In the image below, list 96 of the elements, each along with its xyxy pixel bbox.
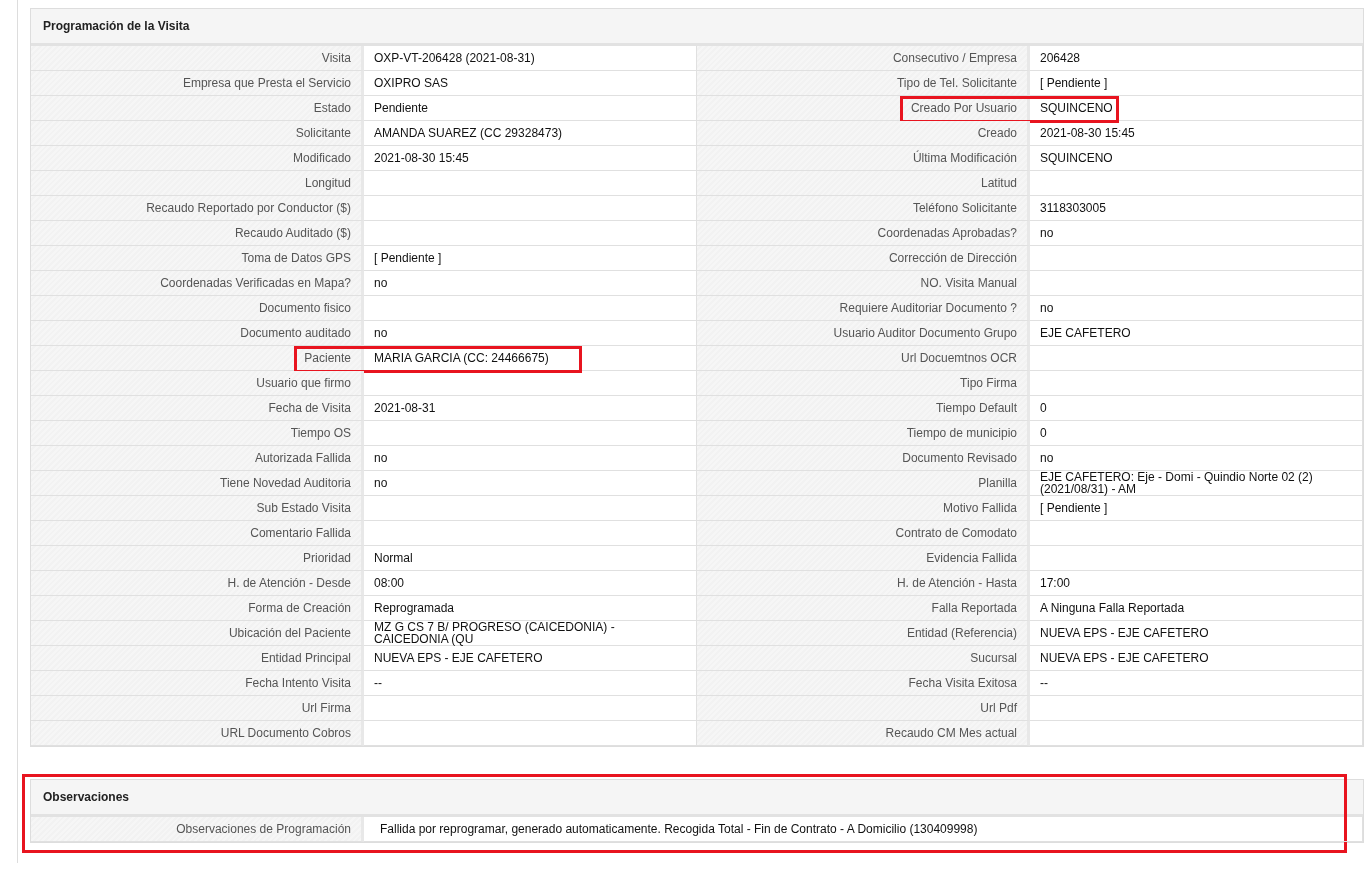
field-label: Teléfono Solicitante [697,196,1030,221]
field-label: Creado Por Usuario [697,96,1030,121]
field-label: Requiere Auditoriar Documento ? [697,296,1030,321]
field-label: Falla Reportada [697,596,1030,621]
field-label: Forma de Creación [31,596,364,621]
field-label: Tipo de Tel. Solicitante [697,71,1030,96]
field-label: Toma de Datos GPS [31,246,364,271]
field-label: Contrato de Comodato [697,521,1030,546]
field-label: URL Documento Cobros [31,721,364,746]
field-label: Url Docuemtnos OCR [697,346,1030,371]
field-label: Visita [31,46,364,71]
field-label: Prioridad [31,546,364,571]
value-cell: 0 [1030,421,1363,446]
field-label: Autorizada Fallida [31,446,364,471]
value-cell: no [1030,221,1363,246]
field-label: NO. Visita Manual [697,271,1030,296]
value-cell: no [364,471,697,496]
value-cell: SQUINCENO [1030,146,1363,171]
field-label: Estado [31,96,364,121]
field-label: Última Modificación [697,146,1030,171]
field-label: Motivo Fallida [697,496,1030,521]
field-label: Usuario que firmo [31,371,364,396]
field-label: Paciente [31,346,364,371]
value-cell: [ Pendiente ] [1030,496,1363,521]
field-label: Entidad (Referencia) [697,621,1030,646]
value-cell: [ Pendiente ] [1030,71,1363,96]
field-label: Documento fisico [31,296,364,321]
value-cell: 0 [1030,396,1363,421]
value-cell: 2021-08-30 15:45 [364,146,697,171]
field-label: Corrección de Dirección [697,246,1030,271]
field-label: Longitud [31,171,364,196]
value-cell: EJE CAFETERO [1030,321,1363,346]
value-cell: EJE CAFETERO: Eje - Domi - Quindio Norte 02 (2) (2021/08/31) - AM [1030,471,1363,496]
value-cell: OXP-VT-206428 (2021-08-31) [364,46,697,71]
value-cell: no [364,446,697,471]
field-label: Recaudo Auditado ($) [31,221,364,246]
field-label: Tiene Novedad Auditoria [31,471,364,496]
field-label: Empresa que Presta el Servicio [31,71,364,96]
field-label: H. de Atención - Hasta [697,571,1030,596]
field-label: H. de Atención - Desde [31,571,364,596]
field-label: Planilla [697,471,1030,496]
field-label: Recaudo Reportado por Conductor ($) [31,196,364,221]
value-cell: AMANDA SUAREZ (CC 29328473) [364,121,697,146]
field-label: Coordenadas Aprobadas? [697,221,1030,246]
field-label: Fecha Intento Visita [31,671,364,696]
field-label: Tiempo de municipio [697,421,1030,446]
field-label: Fecha de Visita [31,396,364,421]
value-cell: OXIPRO SAS [364,71,697,96]
value-cell: SQUINCENO [1030,96,1363,121]
field-label: Fecha Visita Exitosa [697,671,1030,696]
value-cell: Fallida por reprogramar, generado automaticamente. Recogida Total - Fin de Contrato - A Domicilio (130409998) [364,817,1363,842]
field-label: Consecutivo / Empresa [697,46,1030,71]
field-label: Documento auditado [31,321,364,346]
field-label: Recaudo CM Mes actual [697,721,1030,746]
value-cell: no [364,321,697,346]
panel-title: Observaciones [43,790,130,804]
field-label: Url Pdf [697,696,1030,721]
value-cell: 17:00 [1030,571,1363,596]
field-label: Coordenadas Verificadas en Mapa? [31,271,364,296]
value-cell: 3118303005 [1030,196,1363,221]
value-cell: NUEVA EPS - EJE CAFETERO [1030,621,1363,646]
value-cell: -- [1030,671,1363,696]
field-label: Sucursal [697,646,1030,671]
field-label: Tiempo Default [697,396,1030,421]
field-label: Tiempo OS [31,421,364,446]
value-cell: Reprogramada [364,596,697,621]
field-label: Documento Revisado [697,446,1030,471]
value-cell: MZ G CS 7 B/ PROGRESO (CAICEDONIA) - CAICEDONIA (QU [364,621,697,646]
value-cell: NUEVA EPS - EJE CAFETERO [364,646,697,671]
field-label: Entidad Principal [31,646,364,671]
panel-title: Programación de la Visita [43,19,190,33]
value-cell: no [1030,446,1363,471]
value-cell: 2021-08-30 15:45 [1030,121,1363,146]
value-cell: no [1030,296,1363,321]
field-label: Tipo Firma [697,371,1030,396]
value-cell: 08:00 [364,571,697,596]
value-cell: no [364,271,697,296]
field-label: Sub Estado Visita [31,496,364,521]
field-label: Creado [697,121,1030,146]
field-label: Modificado [31,146,364,171]
value-cell: NUEVA EPS - EJE CAFETERO [1030,646,1363,671]
value-cell: -- [364,671,697,696]
value-cell: Pendiente [364,96,697,121]
value-cell: A Ninguna Falla Reportada [1030,596,1363,621]
field-label: Ubicación del Paciente [31,621,364,646]
field-label: Latitud [697,171,1030,196]
value-cell: Normal [364,546,697,571]
field-label: Comentario Fallida [31,521,364,546]
value-cell: [ Pendiente ] [364,246,697,271]
field-label: Usuario Auditor Documento Grupo [697,321,1030,346]
field-label: Evidencia Fallida [697,546,1030,571]
field-label: Solicitante [31,121,364,146]
value-cell: 2021-08-31 [364,396,697,421]
field-label: Observaciones de Programación [31,817,364,842]
field-label: Url Firma [31,696,364,721]
value-cell: 206428 [1030,46,1363,71]
